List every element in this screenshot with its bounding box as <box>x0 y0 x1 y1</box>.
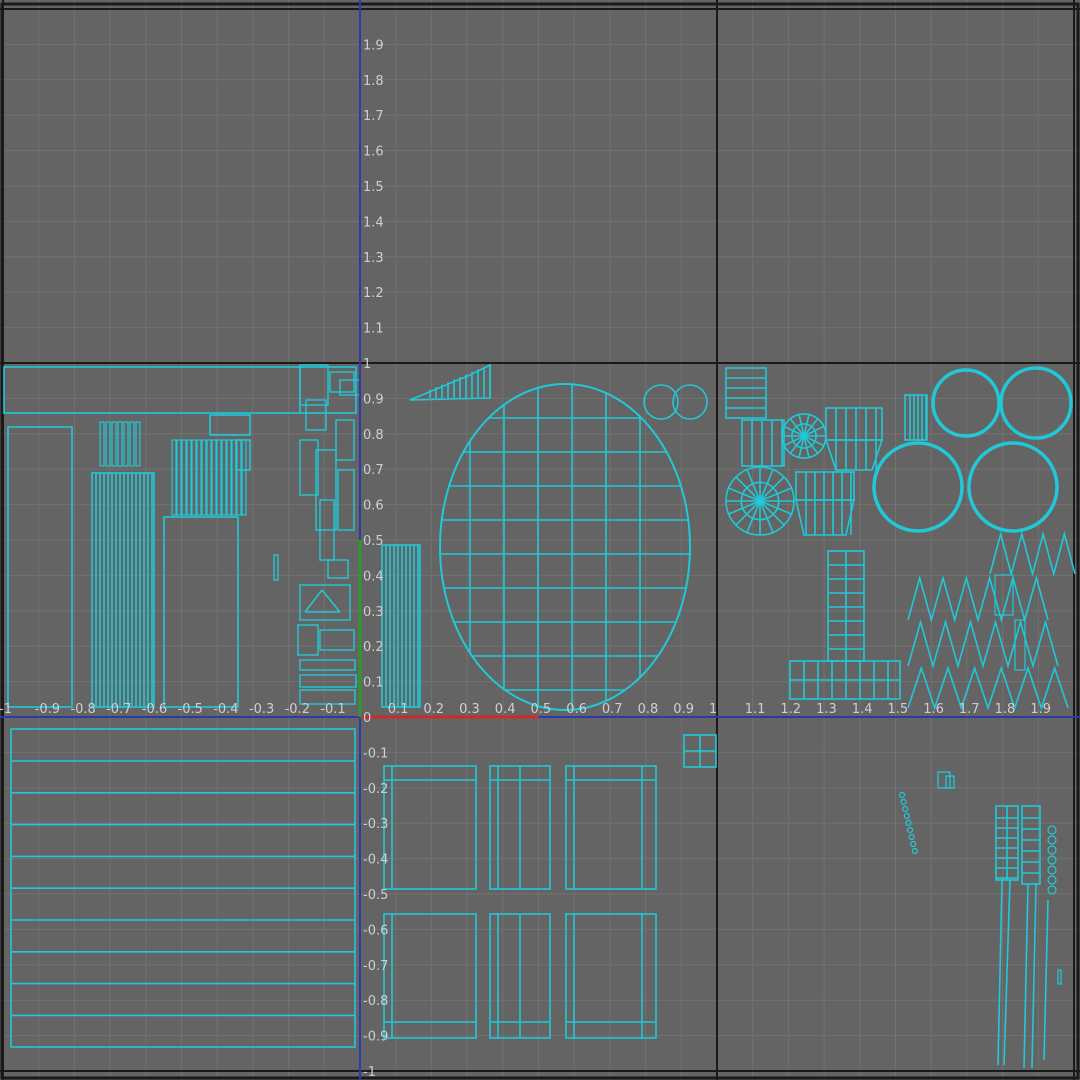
tick-label: 0.5 <box>531 702 552 717</box>
tick-label: -1 <box>363 1065 376 1080</box>
grid-lines <box>0 0 1080 1080</box>
tick-label: 1.9 <box>363 38 384 53</box>
tick-label: 0.1 <box>363 676 384 691</box>
tick-label: -1 <box>0 702 12 717</box>
tick-label: -0.3 <box>363 817 388 832</box>
tick-label: 0.5 <box>363 534 384 549</box>
tick-label: 1.5 <box>888 702 909 717</box>
tick-label: 1 <box>709 702 717 717</box>
tick-label: -0.7 <box>106 702 131 717</box>
tick-label: 0.2 <box>363 640 384 655</box>
uv-grid-viewport[interactable]: 1.9 1.8 1.7 1.6 1.5 1.4 1.3 1.2 1.1 1 0.9 0.8 0.7 0.6… <box>0 0 1080 1080</box>
tick-label: 0.3 <box>363 605 384 620</box>
tick-label: 1.7 <box>363 109 384 124</box>
tick-label: 1.8 <box>995 702 1016 717</box>
tick-label: -0.5 <box>363 888 388 903</box>
tick-label: 1.2 <box>780 702 801 717</box>
tick-label: 1.1 <box>745 702 766 717</box>
tick-label: 0.4 <box>363 569 384 584</box>
tick-label: -0.8 <box>70 702 95 717</box>
tick-label: -0.4 <box>363 853 388 868</box>
tick-label: 1.6 <box>923 702 944 717</box>
tick-label: 0.7 <box>602 702 623 717</box>
tick-label: -0.7 <box>363 959 388 974</box>
tick-label: 1.1 <box>363 322 384 337</box>
tick-label: -0.9 <box>363 1030 388 1045</box>
tick-label: -0.9 <box>35 702 60 717</box>
tick-label: 0.3 <box>459 702 480 717</box>
tick-label: 0.8 <box>363 428 384 443</box>
tick-label: -0.8 <box>363 994 388 1009</box>
tick-label: 0.6 <box>566 702 587 717</box>
tick-label: -0.4 <box>213 702 238 717</box>
tick-label: -0.6 <box>142 702 167 717</box>
tick-label: 0.8 <box>638 702 659 717</box>
tick-label: -0.3 <box>249 702 274 717</box>
tick-label: -0.2 <box>363 782 388 797</box>
tick-label: 1.7 <box>959 702 980 717</box>
tick-label: 0 <box>363 711 371 726</box>
tick-label: 0.9 <box>673 702 694 717</box>
tick-label: 1.5 <box>363 180 384 195</box>
tick-label: 1.3 <box>363 251 384 266</box>
tick-label: 0.7 <box>363 463 384 478</box>
tick-label: 1.8 <box>363 74 384 89</box>
tick-label: 0.2 <box>423 702 444 717</box>
tick-label: 1.3 <box>816 702 837 717</box>
tick-label: 1.4 <box>852 702 873 717</box>
tick-label: 1 <box>363 357 371 372</box>
tick-label: 1.2 <box>363 286 384 301</box>
tick-label: -0.2 <box>285 702 310 717</box>
tick-label: -0.1 <box>320 702 345 717</box>
tick-label: 0.4 <box>495 702 516 717</box>
tick-label: 0.1 <box>388 702 409 717</box>
tick-label: 1.9 <box>1030 702 1051 717</box>
tick-label: -0.6 <box>363 923 388 938</box>
uv-texture-editor[interactable]: 1.9 1.8 1.7 1.6 1.5 1.4 1.3 1.2 1.1 1 0.9 0.8 0.7 0.6… <box>0 0 1080 1080</box>
tick-label: 0.9 <box>363 392 384 407</box>
tick-label: 1.6 <box>363 145 384 160</box>
tick-label: 0.6 <box>363 499 384 514</box>
tick-label: 1.4 <box>363 215 384 230</box>
tick-label: -0.1 <box>363 746 388 761</box>
tick-label: -0.5 <box>178 702 203 717</box>
